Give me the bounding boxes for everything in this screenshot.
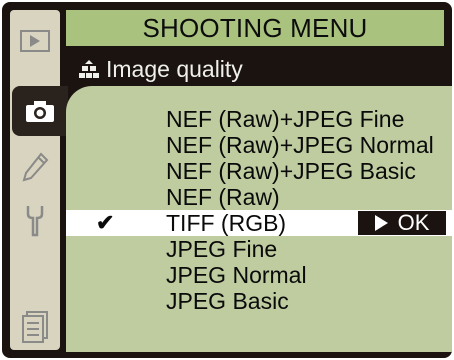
option-nef-raw[interactable]: NEF (Raw) bbox=[66, 184, 452, 210]
shooting-menu-tab[interactable] bbox=[12, 86, 68, 136]
submenu-title-bar: Image quality bbox=[66, 52, 444, 86]
option-label: NEF (Raw) bbox=[166, 184, 280, 210]
option-tiff-rgb[interactable]: ✔ TIFF (RGB) OK bbox=[66, 210, 452, 236]
submenu-title: Image quality bbox=[106, 55, 243, 82]
option-jpeg-normal[interactable]: JPEG Normal bbox=[66, 262, 452, 288]
option-label: JPEG Fine bbox=[166, 236, 278, 262]
menu-sidebar bbox=[10, 10, 68, 352]
menu-title: SHOOTING MENU bbox=[66, 10, 444, 46]
image-quality-icon bbox=[79, 60, 99, 78]
option-nef-jpeg-basic[interactable]: NEF (Raw)+JPEG Basic bbox=[66, 158, 452, 184]
option-label: TIFF (RGB) bbox=[166, 210, 287, 236]
option-nef-jpeg-fine[interactable]: NEF (Raw)+JPEG Fine bbox=[66, 106, 452, 132]
options-list: NEF (Raw)+JPEG Fine NEF (Raw)+JPEG Norma… bbox=[66, 86, 452, 352]
playback-menu-tab[interactable] bbox=[10, 16, 60, 66]
ok-label: OK bbox=[397, 210, 430, 235]
ok-button[interactable]: OK bbox=[358, 211, 446, 235]
wrench-icon bbox=[26, 206, 44, 237]
option-label: JPEG Normal bbox=[166, 262, 307, 288]
recent-settings-tab[interactable] bbox=[10, 302, 60, 352]
option-jpeg-basic[interactable]: JPEG Basic bbox=[66, 288, 452, 314]
pencil-icon bbox=[22, 152, 49, 182]
playback-icon bbox=[20, 30, 50, 52]
custom-settings-tab[interactable] bbox=[10, 142, 60, 192]
option-label: NEF (Raw)+JPEG Basic bbox=[166, 158, 416, 184]
option-label: NEF (Raw)+JPEG Normal bbox=[166, 132, 434, 158]
checkmark-icon: ✔ bbox=[96, 210, 115, 235]
option-nef-jpeg-normal[interactable]: NEF (Raw)+JPEG Normal bbox=[66, 132, 452, 158]
camera-icon bbox=[26, 101, 54, 122]
option-jpeg-fine[interactable]: JPEG Fine bbox=[66, 236, 452, 262]
play-arrow-icon bbox=[374, 215, 388, 231]
camera-menu-screen: SHOOTING MENU Image quality NEF (Raw)+JP… bbox=[2, 2, 452, 358]
option-label: NEF (Raw)+JPEG Fine bbox=[166, 106, 405, 132]
setup-menu-tab[interactable] bbox=[10, 196, 60, 246]
recent-settings-icon bbox=[22, 311, 48, 343]
option-label: JPEG Basic bbox=[166, 288, 289, 314]
